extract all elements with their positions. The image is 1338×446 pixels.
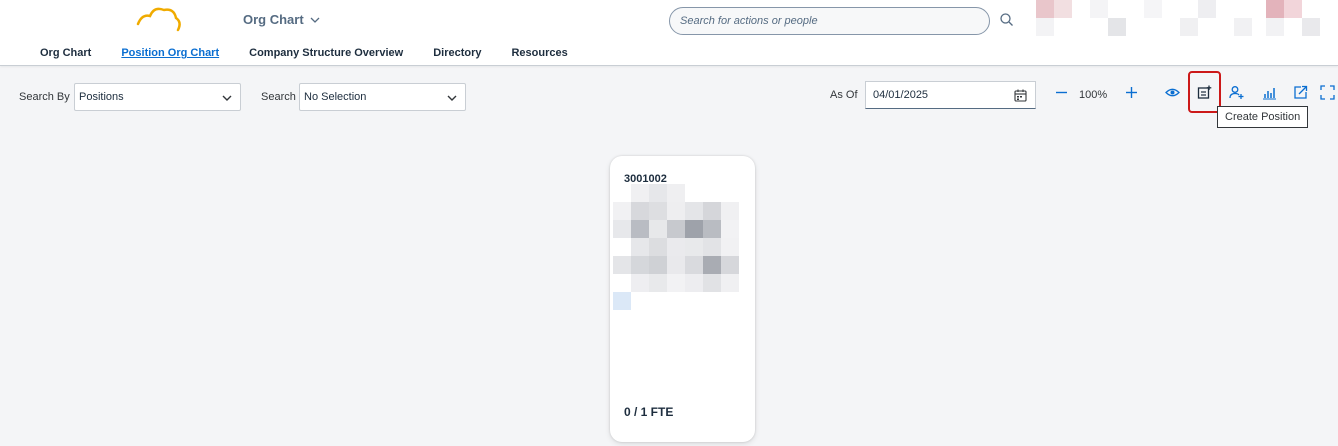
search-by-select[interactable]: Positions [74,83,241,111]
zoom-in-button[interactable] [1121,82,1141,102]
chevron-down-icon [222,95,232,101]
company-logo[interactable] [134,4,184,36]
tab-position-org-chart[interactable]: Position Org Chart [106,44,234,62]
navigation-tabs: Org Chart Position Org Chart Company Str… [0,44,583,66]
position-card[interactable]: 3001002 0 / 1 FTE [610,156,755,442]
tab-org-chart[interactable]: Org Chart [0,44,106,62]
analytics-button[interactable] [1259,82,1279,102]
fte-count: 0 / 1 FTE [624,405,674,419]
search-label: Search [261,91,296,103]
fullscreen-button[interactable] [1320,82,1338,102]
search-by-label: Search By [19,91,70,103]
export-icon [1293,85,1307,99]
chevron-down-icon [447,95,457,101]
global-search-input[interactable] [680,15,989,27]
tab-company-structure-overview[interactable]: Company Structure Overview [234,44,418,62]
create-position-tooltip: Create Position [1217,106,1309,128]
zoom-out-button[interactable] [1051,82,1071,102]
app-title-text: Org Chart [243,12,304,27]
search-by-value: Positions [79,91,124,103]
position-details-redacted [613,184,739,310]
chevron-down-icon [310,17,320,23]
search-icon[interactable] [998,11,1016,29]
eye-icon [1164,88,1180,96]
tab-resources[interactable]: Resources [496,44,582,62]
search-select[interactable]: No Selection [299,83,466,111]
add-person-button[interactable] [1226,82,1246,102]
global-search-field[interactable] [669,7,990,35]
zoom-level: 100% [1079,89,1108,101]
as-of-date-picker[interactable]: 04/01/2025 [865,81,1036,109]
zoom-out-icon [1055,91,1067,93]
view-options-button[interactable] [1162,82,1182,102]
add-person-icon [1228,85,1243,99]
zoom-in-icon [1125,86,1137,98]
export-button[interactable] [1290,82,1310,102]
search-value: No Selection [304,91,367,103]
app-title-menu[interactable]: Org Chart [243,12,320,27]
as-of-label: As Of [830,89,858,101]
user-avatar-area [1036,0,1320,36]
tab-directory[interactable]: Directory [418,44,496,62]
calendar-icon[interactable] [1014,89,1027,102]
as-of-date-value: 04/01/2025 [873,89,929,101]
bar-chart-icon [1262,87,1276,99]
shell-header: Org Chart Org Chart Position Org Chart C… [0,0,1338,66]
fullscreen-icon [1320,84,1335,100]
